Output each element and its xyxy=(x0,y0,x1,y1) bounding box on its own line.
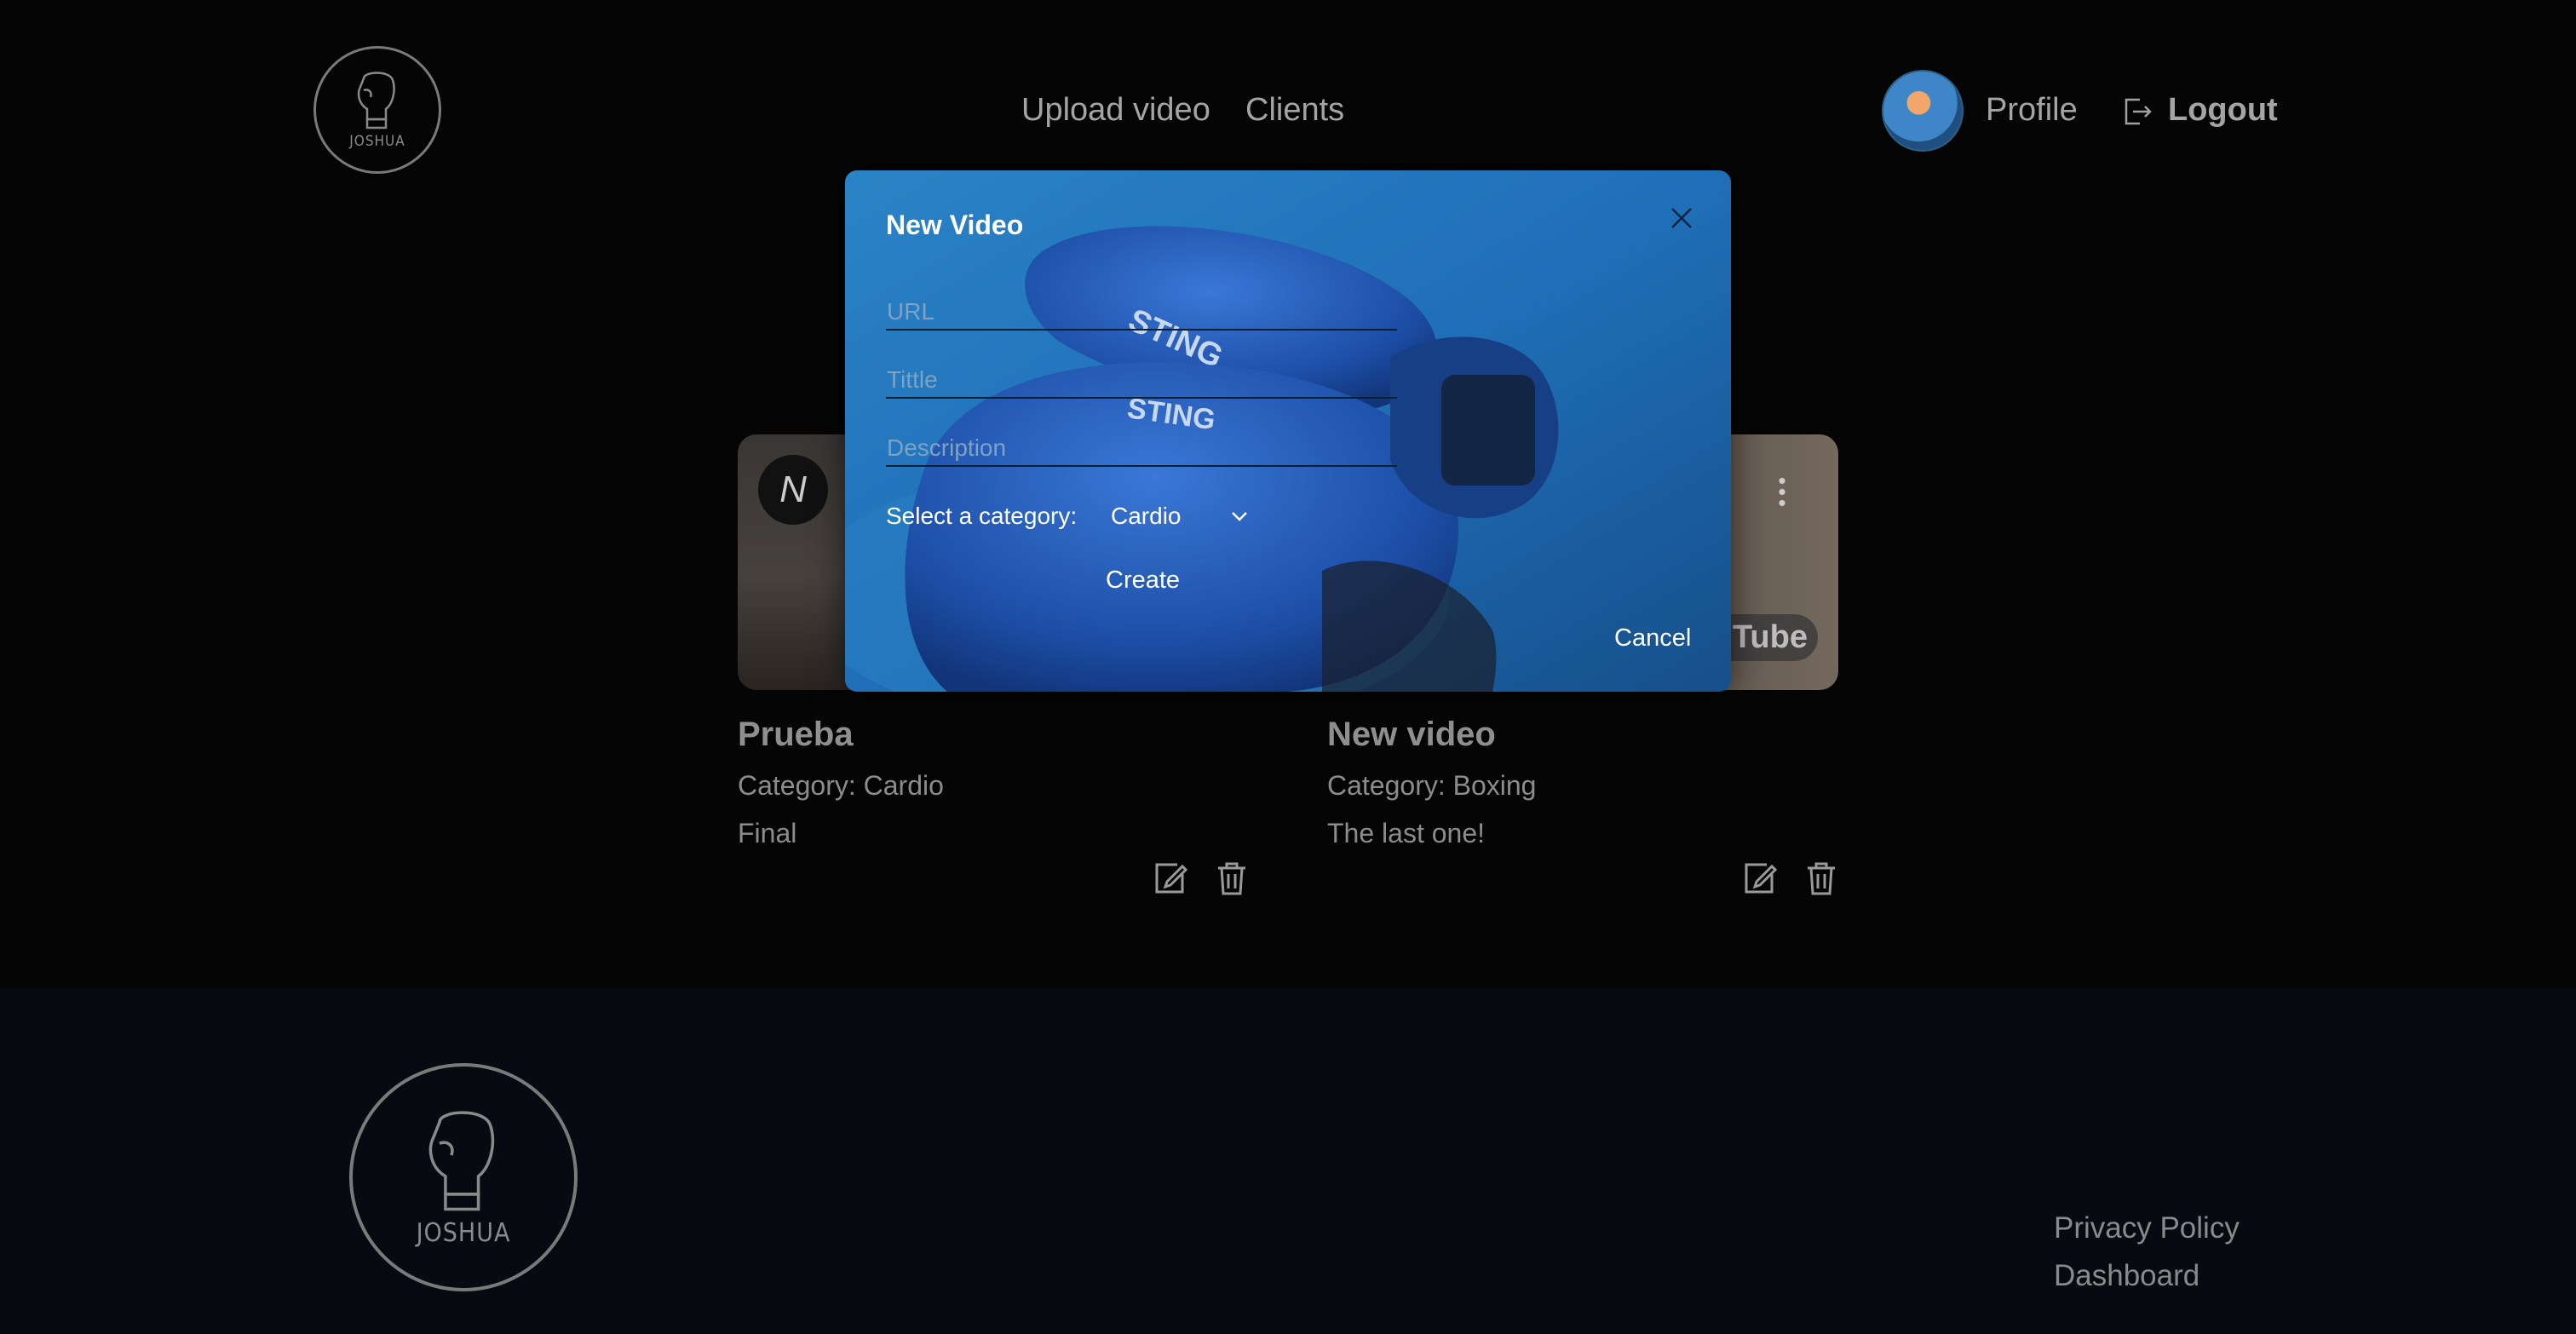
footer: JOSHUA Privacy Policy Dashboard xyxy=(0,988,2576,1334)
header-logo[interactable]: JOSHUA xyxy=(313,46,441,174)
close-icon[interactable] xyxy=(1670,206,1693,230)
url-input[interactable] xyxy=(886,295,1397,331)
trash-icon[interactable] xyxy=(1803,860,1840,897)
edit-icon[interactable] xyxy=(1741,860,1779,897)
profile-link[interactable]: Profile xyxy=(1986,92,2078,129)
new-video-modal: STING STING New Video Select a category:… xyxy=(845,170,1731,692)
create-button[interactable]: Create xyxy=(1106,566,1180,595)
card-category-1: Category: Cardio xyxy=(738,770,944,801)
logout-icon[interactable] xyxy=(2123,96,2153,127)
nav-upload-video[interactable]: Upload video xyxy=(1021,92,1210,129)
category-select[interactable]: Cardio xyxy=(1111,503,1249,530)
more-options-icon[interactable] xyxy=(1779,475,1785,509)
description-input[interactable] xyxy=(886,431,1397,467)
avatar[interactable] xyxy=(1882,70,1964,152)
logout-link[interactable]: Logout xyxy=(2168,92,2278,129)
category-label: Select a category: xyxy=(886,503,1078,529)
modal-title: New Video xyxy=(886,210,1024,240)
card-description-1: Final xyxy=(738,818,797,848)
logo-text: JOSHUA xyxy=(349,133,405,150)
category-selected-value: Cardio xyxy=(1111,503,1182,529)
cancel-button[interactable]: Cancel xyxy=(1614,624,1691,653)
title-input[interactable] xyxy=(886,363,1397,399)
boxing-glove-icon xyxy=(357,72,395,129)
footer-dashboard[interactable]: Dashboard xyxy=(2054,1259,2199,1293)
edit-icon[interactable] xyxy=(1152,860,1189,897)
footer-logo: JOSHUA xyxy=(349,1063,578,1291)
footer-privacy-policy[interactable]: Privacy Policy xyxy=(2054,1211,2240,1245)
chevron-down-icon xyxy=(1232,512,1248,521)
card-title-1: Prueba xyxy=(738,716,854,753)
footer-logo-text: JOSHUA xyxy=(416,1217,511,1248)
card-title-2: New video xyxy=(1327,716,1496,753)
trash-icon[interactable] xyxy=(1213,860,1251,897)
nav-clients[interactable]: Clients xyxy=(1245,92,1344,129)
channel-avatar: N xyxy=(758,455,828,525)
card-category-2: Category: Boxing xyxy=(1327,770,1537,801)
card-description-2: The last one! xyxy=(1327,818,1485,848)
boxing-glove-icon xyxy=(428,1110,495,1210)
